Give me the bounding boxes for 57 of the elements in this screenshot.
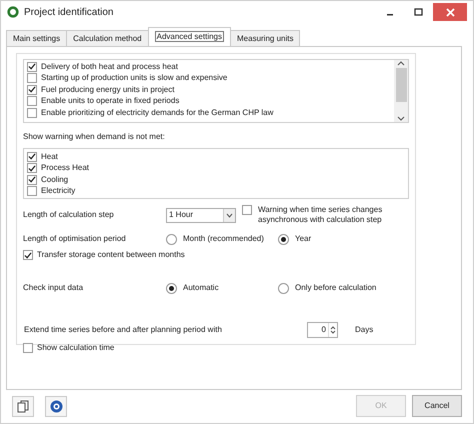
checkbox[interactable] (27, 62, 37, 72)
section-label: Show warning when demand is not met: (23, 131, 166, 143)
window-title: Project identification (24, 6, 114, 20)
checkbox-label: Enable prioritizing of electricity demands for the German CHP law (41, 108, 274, 118)
field-label: Length of calculation step (23, 209, 115, 221)
radio-label: Year (295, 233, 312, 245)
checkbox-label: Transfer storage content between months (37, 250, 185, 260)
radio-label: Only before calculation (295, 282, 376, 294)
spin-arrows-icon[interactable] (330, 325, 336, 335)
radio-button[interactable] (166, 234, 177, 244)
field-label: Check input data (23, 282, 84, 294)
checkbox-label: Delivery of both heat and process heat (41, 62, 178, 72)
checkbox[interactable] (27, 108, 37, 118)
checkbox-label: Cooling (41, 174, 68, 185)
tab[interactable]: Measuring units (230, 30, 300, 46)
scroll-down-icon[interactable] (397, 116, 405, 122)
checkbox-label: Process Heat (41, 163, 90, 174)
checkbox[interactable] (27, 152, 37, 162)
radio-button[interactable] (166, 282, 177, 294)
checkbox-label: Electricity (41, 186, 76, 196)
radio-button[interactable] (278, 282, 289, 294)
checkbox-label: Fuel producing energy units in project (41, 84, 174, 95)
checkbox[interactable] (27, 174, 37, 185)
checkbox-label: Enable units to operate in fixed periods (41, 96, 180, 106)
copy-icon (17, 400, 29, 412)
checkbox[interactable] (242, 205, 252, 215)
tab[interactable]: Main settings (6, 30, 68, 46)
checkbox[interactable] (23, 250, 33, 260)
checkbox[interactable] (27, 84, 37, 95)
caret-icon (226, 212, 233, 218)
close-icon (446, 8, 454, 16)
checkbox[interactable] (27, 96, 37, 106)
checkbox[interactable] (27, 186, 37, 196)
close-button[interactable] (433, 3, 467, 21)
radio-label: Automatic (183, 282, 219, 294)
scrollbar[interactable] (394, 60, 408, 122)
field-label: Extend time series before and after planning period with (24, 324, 223, 336)
days-spinner[interactable]: 0 (307, 322, 338, 338)
checkbox-label: Show calculation time (37, 343, 114, 353)
checkbox[interactable] (27, 73, 37, 84)
checkbox[interactable] (23, 343, 33, 353)
dialog-button[interactable]: Cancel (412, 395, 462, 417)
field-label: Length of optimisation period (23, 233, 127, 245)
checkbox-label: Starting up of production units is slow and expensive (41, 73, 228, 84)
radio-button[interactable] (278, 234, 289, 244)
help-button[interactable] (45, 396, 67, 416)
checkbox-label: Heat (41, 152, 58, 162)
tab[interactable]: Calculation method (66, 30, 149, 46)
checkbox-label: Warning when time series changes asynchronous with calculation step (258, 205, 384, 225)
unit-label: Days (355, 324, 374, 336)
scroll-up-icon[interactable] (397, 60, 405, 66)
step-dropdown[interactable]: 1 Hour (166, 208, 236, 222)
app-logo-icon (7, 6, 19, 18)
copy-button[interactable] (12, 396, 34, 416)
checkbox[interactable] (27, 163, 37, 174)
maximize-icon[interactable] (414, 8, 422, 16)
radio-label: Month (recommended) (183, 233, 264, 245)
